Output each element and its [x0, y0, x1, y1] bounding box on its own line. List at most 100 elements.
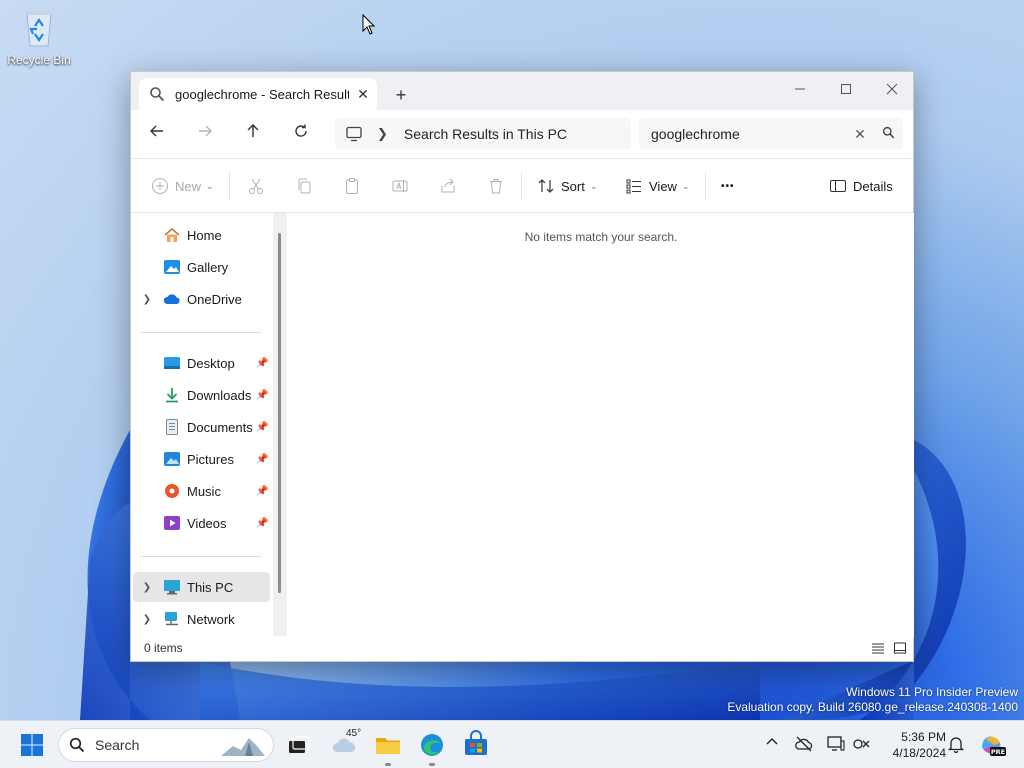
rename-icon: [392, 180, 408, 192]
folder-icon: [376, 738, 400, 754]
weather-temperature: 45°: [346, 728, 362, 739]
chevron-right-icon[interactable]: ❯: [133, 582, 161, 593]
close-tab-button[interactable]: ✕: [349, 86, 377, 103]
delete-button[interactable]: [487, 175, 505, 197]
search-input[interactable]: googlechrome ✕: [639, 118, 903, 150]
display-tray[interactable]: [826, 735, 846, 755]
scrollbar-thumb[interactable]: [278, 233, 281, 593]
tab-search-result[interactable]: googlechrome - Search Result ✕: [139, 78, 377, 110]
task-view-icon: [289, 736, 310, 753]
details-view-icon[interactable]: [871, 642, 885, 654]
taskbar-edge[interactable]: [416, 729, 448, 761]
details-pane-button[interactable]: Details: [829, 175, 893, 197]
monitor-icon: [346, 126, 362, 142]
show-hidden-icons-button[interactable]: [762, 735, 782, 755]
minimize-button[interactable]: [777, 76, 823, 104]
chevron-down-icon: ⌄: [206, 180, 214, 191]
file-list-area[interactable]: No items match your search.: [288, 213, 914, 638]
recycle-bin-icon: [26, 11, 52, 47]
close-icon: [886, 83, 898, 95]
sidebar-item-documents[interactable]: Documents 📌: [133, 412, 270, 442]
sort-button[interactable]: Sort ⌄: [537, 175, 597, 197]
widgets-weather-button[interactable]: 45°: [330, 728, 362, 761]
view-button[interactable]: View ⌄: [625, 175, 690, 197]
more-options-button[interactable]: •••: [721, 175, 735, 197]
taskbar: Search 45° 5:36 PM 4/18/2024 PRE: [0, 720, 1024, 768]
rename-button[interactable]: [391, 175, 409, 197]
breadcrumb-search-results[interactable]: Search Results in This PC: [404, 126, 567, 142]
copilot-pre-icon: PRE: [982, 736, 1006, 756]
chevron-right-icon[interactable]: ❯: [133, 614, 161, 625]
copy-button[interactable]: [295, 175, 313, 197]
empty-search-message: No items match your search.: [524, 230, 678, 244]
start-button[interactable]: [16, 729, 48, 761]
new-tab-button[interactable]: +: [389, 84, 413, 106]
paste-button[interactable]: [343, 175, 361, 197]
search-input-value[interactable]: googlechrome: [651, 126, 847, 142]
arrow-right-icon: [199, 125, 212, 137]
navigation-pane-scrollbar[interactable]: [273, 213, 287, 638]
sidebar-item-pictures[interactable]: Pictures 📌: [133, 444, 270, 474]
task-view-button[interactable]: [282, 729, 314, 761]
pin-icon[interactable]: 📌: [256, 454, 270, 465]
chevron-right-icon[interactable]: ❯: [377, 126, 388, 142]
cloud-offline-icon: [795, 736, 813, 752]
recycle-bin-desktop-icon[interactable]: Recycle Bin: [6, 8, 72, 67]
arrow-up-icon: [247, 124, 259, 137]
search-button[interactable]: [873, 126, 903, 142]
sidebar-item-this-pc[interactable]: ❯ This PC: [133, 572, 270, 602]
sidebar-item-videos[interactable]: Videos 📌: [133, 508, 270, 538]
network-tray[interactable]: [852, 735, 872, 755]
toolbar-divider: [521, 172, 522, 200]
plus-circle-icon: [152, 178, 168, 194]
pin-icon[interactable]: 📌: [256, 518, 270, 529]
copilot-button[interactable]: PRE: [976, 729, 1008, 761]
sidebar-item-gallery[interactable]: Gallery: [133, 252, 270, 282]
taskbar-file-explorer[interactable]: [372, 729, 404, 761]
new-button[interactable]: New ⌄: [151, 175, 214, 197]
forward-button[interactable]: [191, 122, 219, 148]
tab-title: googlechrome - Search Result: [175, 86, 349, 102]
maximize-button[interactable]: [823, 76, 869, 104]
details-pane-icon: [830, 180, 846, 192]
sidebar-item-network[interactable]: ❯ Network: [133, 604, 270, 634]
pin-icon[interactable]: 📌: [256, 390, 270, 401]
up-button[interactable]: [239, 122, 267, 148]
share-button[interactable]: [439, 175, 457, 197]
taskbar-microsoft-store[interactable]: [460, 729, 492, 761]
desktop-folder-icon: [164, 357, 180, 369]
copy-icon: [298, 178, 311, 194]
sidebar-divider: [141, 556, 261, 557]
sidebar-item-downloads[interactable]: Downloads 📌: [133, 380, 270, 410]
sidebar-item-onedrive[interactable]: ❯ OneDrive: [133, 284, 270, 314]
chevron-right-icon[interactable]: ❯: [133, 294, 161, 305]
sidebar-item-home[interactable]: Home: [133, 220, 270, 250]
large-icons-view-icon[interactable]: [893, 642, 907, 654]
document-icon: [166, 419, 178, 435]
title-bar[interactable]: googlechrome - Search Result ✕ +: [131, 72, 913, 110]
mouse-cursor-icon: [362, 14, 376, 35]
network-disconnected-icon: [853, 739, 870, 749]
breadcrumb[interactable]: ❯ Search Results in This PC: [335, 118, 631, 150]
pin-icon[interactable]: 📌: [256, 486, 270, 497]
videos-icon: [164, 516, 180, 530]
refresh-button[interactable]: [287, 122, 315, 148]
clear-search-button[interactable]: ✕: [847, 126, 873, 143]
close-window-button[interactable]: [869, 76, 915, 104]
file-explorer-window[interactable]: googlechrome - Search Result ✕ + ❯ Searc…: [130, 71, 914, 662]
pin-icon[interactable]: 📌: [256, 422, 270, 433]
taskbar-search-box[interactable]: Search: [58, 728, 274, 762]
cut-button[interactable]: [247, 175, 265, 197]
notifications-button[interactable]: [946, 735, 966, 755]
sidebar-item-desktop[interactable]: Desktop 📌: [133, 348, 270, 378]
sidebar-item-music[interactable]: Music 📌: [133, 476, 270, 506]
sidebar-item-label: Videos: [187, 515, 227, 531]
onedrive-offline-tray[interactable]: [794, 735, 814, 755]
back-button[interactable]: [143, 122, 171, 148]
network-icon: [165, 612, 178, 626]
pin-icon[interactable]: 📌: [256, 358, 270, 369]
system-clock[interactable]: 5:36 PM 4/18/2024: [880, 729, 946, 761]
this-pc-icon: [164, 580, 180, 595]
music-icon: [165, 484, 179, 498]
windows-logo-icon: [21, 734, 43, 756]
